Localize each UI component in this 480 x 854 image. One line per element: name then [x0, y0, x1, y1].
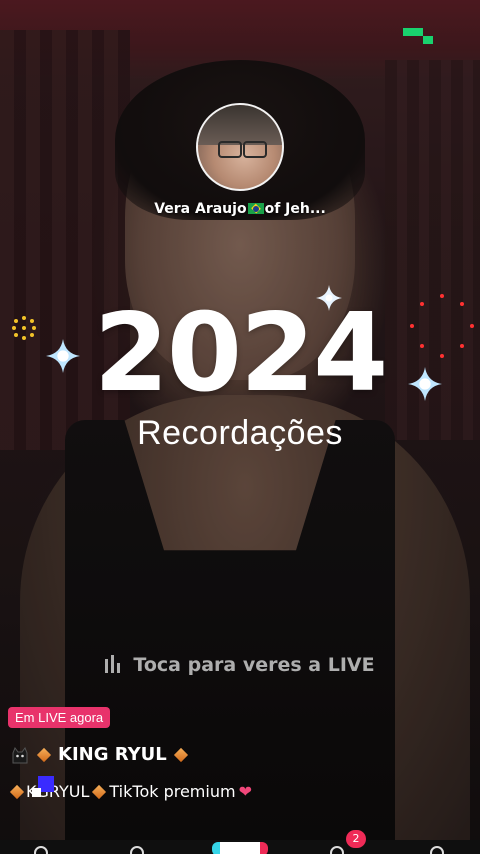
diamond-icon	[173, 747, 188, 762]
inbox-icon[interactable]	[330, 846, 344, 854]
diamond-icon	[36, 747, 52, 762]
recap-subtitle: Recordações	[137, 414, 343, 452]
host-name: KING RYUL	[58, 744, 167, 765]
home-icon[interactable]	[34, 846, 48, 854]
live-preview-screen[interactable]: Vera Araujo of Jeh... 2024 Recordações To…	[0, 0, 480, 854]
brazil-flag-icon	[247, 203, 264, 214]
username[interactable]: Vera Araujo of Jeh...	[0, 201, 480, 217]
username-suffix: of Jeh...	[264, 201, 326, 217]
username-prefix: Vera Araujo	[154, 201, 247, 217]
live-now-badge[interactable]: Em LIVE agora	[8, 707, 111, 728]
host-name-line[interactable]: KING RYUL	[10, 744, 191, 765]
profile-icon[interactable]	[430, 846, 444, 854]
create-button[interactable]	[212, 842, 268, 854]
avatar-hair	[198, 105, 282, 146]
bottom-nav-bar: 2	[0, 830, 480, 854]
audio-bars-icon	[105, 655, 123, 678]
profile-header[interactable]: Vera Araujo of Jeh...	[0, 103, 480, 217]
live-description[interactable]: K​GRYUL TikTok premium ❤	[9, 776, 252, 801]
avatar[interactable]	[196, 103, 284, 191]
recap-year: 2024	[93, 291, 389, 416]
blue-square-sticker	[32, 776, 54, 797]
white-square-sticker	[32, 788, 41, 797]
friends-icon[interactable]	[130, 846, 144, 854]
pixel-logo-icon	[403, 28, 433, 48]
tap-to-watch-live[interactable]: Toca para veres a LIVE	[0, 654, 480, 678]
tap-hint-text: Toca para veres a LIVE	[133, 654, 375, 676]
heart-icon: ❤	[238, 782, 252, 801]
cat-icon	[12, 746, 28, 763]
glasses-icon	[216, 141, 267, 158]
diamond-icon	[9, 784, 25, 799]
diamond-icon	[92, 784, 107, 799]
description-text: TikTok premium	[109, 782, 236, 801]
inbox-badge: 2	[346, 830, 366, 848]
